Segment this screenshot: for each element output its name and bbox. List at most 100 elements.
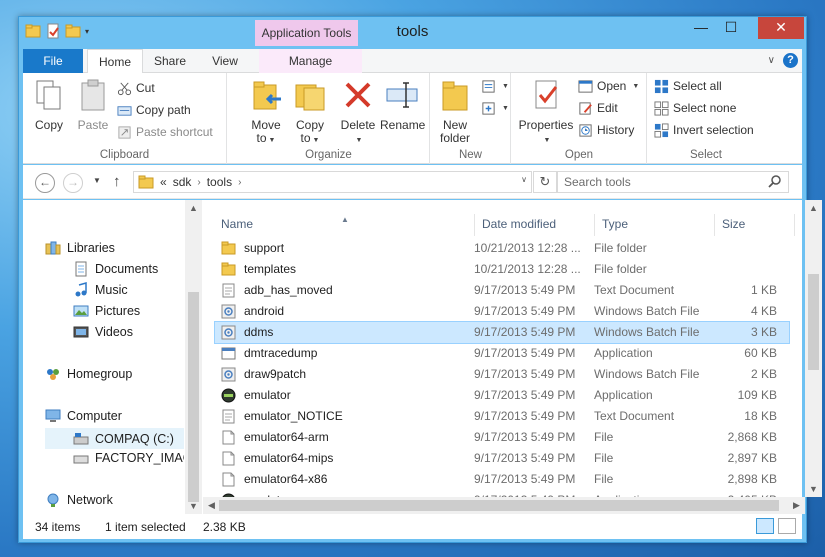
- close-button[interactable]: ✕: [758, 17, 804, 39]
- scrollbar-thumb[interactable]: [188, 292, 199, 502]
- column-header-size[interactable]: Size: [722, 214, 745, 234]
- large-icons-view-icon[interactable]: [778, 518, 796, 534]
- new-group-label: New: [458, 149, 482, 161]
- select-all-button[interactable]: Select all: [654, 76, 722, 96]
- breadcrumb-overflow[interactable]: «: [160, 175, 167, 189]
- sidebar-item-libraries[interactable]: Libraries: [45, 240, 115, 256]
- file-row[interactable]: support 10/21/2013 12:28 ... File folder: [215, 238, 789, 259]
- up-button[interactable]: ↑: [113, 173, 121, 190]
- file-row[interactable]: emulator64-x86 9/17/2013 5:49 PM File 2,898…: [215, 469, 789, 490]
- file-row[interactable]: templates 10/21/2013 12:28 ... File folder: [215, 259, 789, 280]
- sidebar-item-factory-image[interactable]: FACTORY_IMAGE: [73, 450, 184, 466]
- tab-file[interactable]: File: [23, 49, 83, 73]
- tab-view[interactable]: View: [203, 49, 247, 73]
- scroll-down-icon[interactable]: ▼: [805, 481, 822, 497]
- breadcrumb-separator-icon[interactable]: ›: [197, 177, 200, 188]
- scrollbar-thumb[interactable]: [808, 274, 819, 370]
- file-row[interactable]: draw9patch 9/17/2013 5:49 PM Windows Batch…: [215, 364, 789, 385]
- invert-selection-button[interactable]: Invert selection: [654, 120, 754, 140]
- breadcrumb-tools[interactable]: tools: [207, 175, 232, 189]
- sidebar-item-videos[interactable]: Videos: [73, 324, 133, 340]
- select-none-button[interactable]: Select none: [654, 98, 736, 118]
- file-name: dmtracedump: [244, 346, 318, 360]
- sidebar-item-music[interactable]: Music: [73, 282, 128, 298]
- help-icon[interactable]: ?: [783, 53, 798, 68]
- back-button[interactable]: ←: [35, 173, 55, 193]
- search-input[interactable]: Search tools: [557, 171, 789, 193]
- tab-manage[interactable]: Manage: [259, 49, 362, 73]
- new-folder-button[interactable]: New folder: [437, 77, 473, 145]
- file-row[interactable]: android 9/17/2013 5:49 PM Windows Batch Fi…: [215, 301, 789, 322]
- new-item-button[interactable]: ▼: [481, 76, 509, 96]
- edit-button[interactable]: Edit: [578, 98, 618, 118]
- scroll-right-icon[interactable]: ▶: [788, 497, 805, 513]
- easy-access-button[interactable]: ▼: [481, 98, 509, 118]
- column-header-name[interactable]: Name: [221, 214, 253, 234]
- minimize-ribbon-icon[interactable]: ∨: [768, 55, 775, 66]
- paste-shortcut-button[interactable]: Paste shortcut: [117, 122, 213, 142]
- file-row[interactable]: emulator64-mips 9/17/2013 5:49 PM File 2,89…: [215, 448, 789, 469]
- breadcrumb-separator-icon[interactable]: ›: [238, 177, 241, 188]
- scroll-left-icon[interactable]: ◀: [203, 497, 220, 513]
- title-bar[interactable]: ▾ Application Tools tools — ☐ ✕: [19, 17, 806, 49]
- open-button[interactable]: Open ▼: [578, 76, 639, 96]
- address-history-icon[interactable]: ∨: [521, 175, 527, 184]
- refresh-button[interactable]: ↻: [533, 171, 557, 193]
- details-view-icon[interactable]: [756, 518, 774, 534]
- move-to-button[interactable]: Move to ▼: [246, 77, 286, 147]
- sidebar-item-computer[interactable]: Computer: [45, 408, 122, 424]
- sidebar-item-label: Libraries: [67, 241, 115, 255]
- copy-button[interactable]: Copy: [31, 77, 67, 132]
- view-switcher: [756, 518, 796, 534]
- column-divider[interactable]: [714, 214, 715, 236]
- recent-locations-icon[interactable]: ▼: [93, 176, 101, 185]
- scrollbar-thumb[interactable]: [219, 500, 779, 511]
- search-icon[interactable]: [768, 174, 782, 188]
- invert-selection-label: Invert selection: [673, 123, 754, 137]
- horizontal-scrollbar[interactable]: ◀ ▶: [203, 497, 805, 514]
- new-item-icon: [482, 79, 495, 93]
- column-header-date[interactable]: Date modified: [482, 214, 556, 234]
- scroll-up-icon[interactable]: ▲: [805, 200, 822, 216]
- cut-button[interactable]: Cut: [117, 78, 155, 98]
- rename-button[interactable]: Rename: [380, 77, 425, 132]
- file-row[interactable]: emulator 9/17/2013 5:49 PM Application 109 …: [215, 385, 789, 406]
- edit-icon: [579, 101, 592, 115]
- copy-to-button[interactable]: Copy to ▼: [290, 77, 330, 147]
- navpane-scrollbar[interactable]: ▲ ▼: [185, 200, 202, 514]
- sidebar-item-pictures[interactable]: Pictures: [73, 303, 140, 319]
- file-row[interactable]: adb_has_moved 9/17/2013 5:49 PM Text Docum…: [215, 280, 789, 301]
- sidebar-item-documents[interactable]: Documents: [73, 261, 158, 277]
- file-name: adb_has_moved: [244, 283, 333, 297]
- maximize-button[interactable]: ☐: [717, 17, 745, 39]
- scroll-down-icon[interactable]: ▼: [185, 498, 202, 514]
- minimize-button[interactable]: —: [687, 17, 715, 39]
- sidebar-item-homegroup[interactable]: Homegroup: [45, 366, 132, 382]
- tab-home[interactable]: Home: [87, 49, 143, 74]
- breadcrumb-sdk[interactable]: sdk: [173, 175, 192, 189]
- file-row[interactable]: ddms 9/17/2013 5:49 PM Windows Batch File 3…: [214, 321, 790, 344]
- forward-button[interactable]: →: [63, 173, 83, 193]
- column-divider[interactable]: [794, 214, 795, 236]
- properties-button[interactable]: Properties ▼: [518, 77, 574, 147]
- delete-button[interactable]: Delete ▼: [338, 77, 378, 147]
- file-row[interactable]: emulator64-arm 9/17/2013 5:49 PM File 2,868…: [215, 427, 789, 448]
- scroll-up-icon[interactable]: ▲: [185, 200, 202, 216]
- file-row[interactable]: emulator_NOTICE 9/17/2013 5:49 PM Text Doc…: [215, 406, 789, 427]
- history-button[interactable]: History: [578, 120, 634, 140]
- file-type: Application: [594, 388, 653, 402]
- scissors-icon: [117, 82, 132, 95]
- column-divider[interactable]: [474, 214, 475, 236]
- file-list-scrollbar[interactable]: ▲ ▼: [805, 200, 822, 497]
- app-icon: [221, 347, 236, 360]
- column-divider[interactable]: [594, 214, 595, 236]
- column-header-type[interactable]: Type: [602, 214, 628, 234]
- file-name: ddms: [244, 325, 274, 339]
- file-row[interactable]: dmtracedump 9/17/2013 5:49 PM Application 6…: [215, 343, 789, 364]
- sidebar-item-network[interactable]: Network: [45, 492, 113, 508]
- tab-share[interactable]: Share: [147, 49, 193, 73]
- copy-path-button[interactable]: Copy path: [117, 100, 191, 120]
- address-bar[interactable]: « sdk › tools › ∨: [133, 171, 532, 193]
- sidebar-item-drive-c[interactable]: COMPAQ (C:): [45, 428, 184, 449]
- paste-button[interactable]: Paste: [73, 77, 113, 132]
